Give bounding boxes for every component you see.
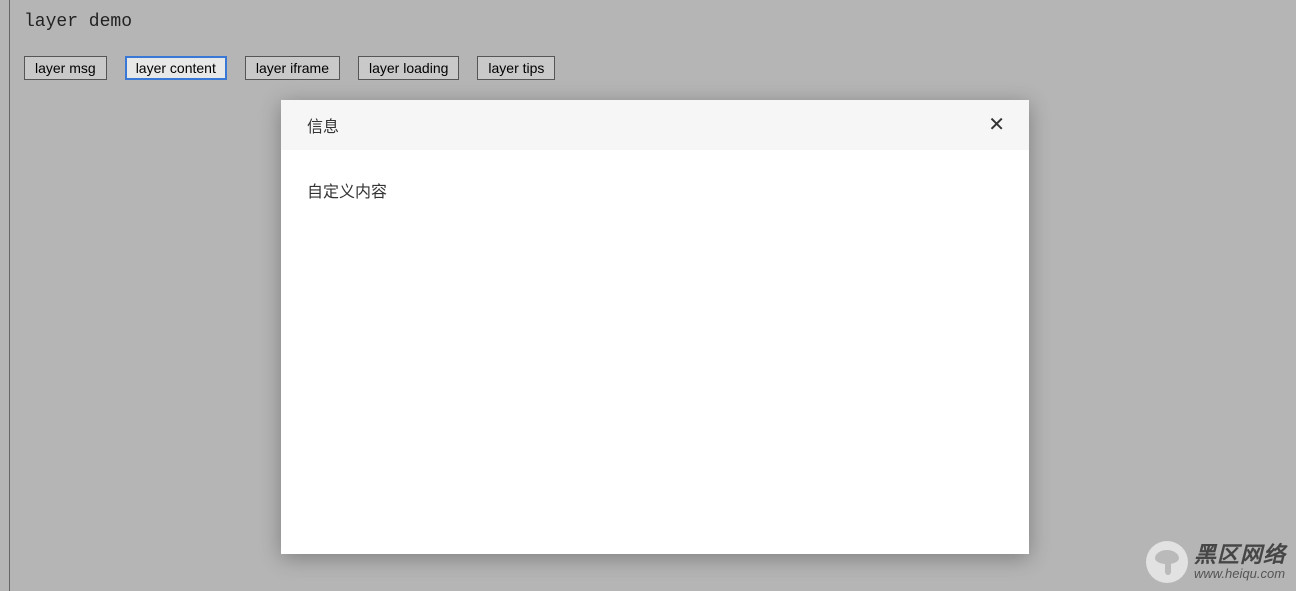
layer-msg-button[interactable]: layer msg xyxy=(24,56,107,80)
watermark-text: 黑区网络 www.heiqu.com xyxy=(1194,543,1286,581)
layer-iframe-button[interactable]: layer iframe xyxy=(245,56,340,80)
watermark-title: 黑区网络 xyxy=(1194,543,1286,567)
layer-tips-button[interactable]: layer tips xyxy=(477,56,555,80)
button-row: layer msg layer content layer iframe lay… xyxy=(0,32,1296,80)
page-heading: layer demo xyxy=(0,0,1296,32)
layer-loading-button[interactable]: layer loading xyxy=(358,56,459,80)
mushroom-icon xyxy=(1146,541,1188,583)
left-border-line xyxy=(9,0,10,591)
dialog-title: 信息 xyxy=(307,113,339,137)
dialog-header[interactable]: 信息 ✕ xyxy=(281,100,1029,150)
layer-dialog: 信息 ✕ 自定义内容 xyxy=(281,100,1029,554)
watermark-url: www.heiqu.com xyxy=(1194,567,1286,581)
layer-content-button[interactable]: layer content xyxy=(125,56,227,80)
watermark: 黑区网络 www.heiqu.com xyxy=(1146,541,1286,583)
dialog-body: 自定义内容 xyxy=(281,150,1029,554)
close-icon[interactable]: ✕ xyxy=(982,111,1011,139)
